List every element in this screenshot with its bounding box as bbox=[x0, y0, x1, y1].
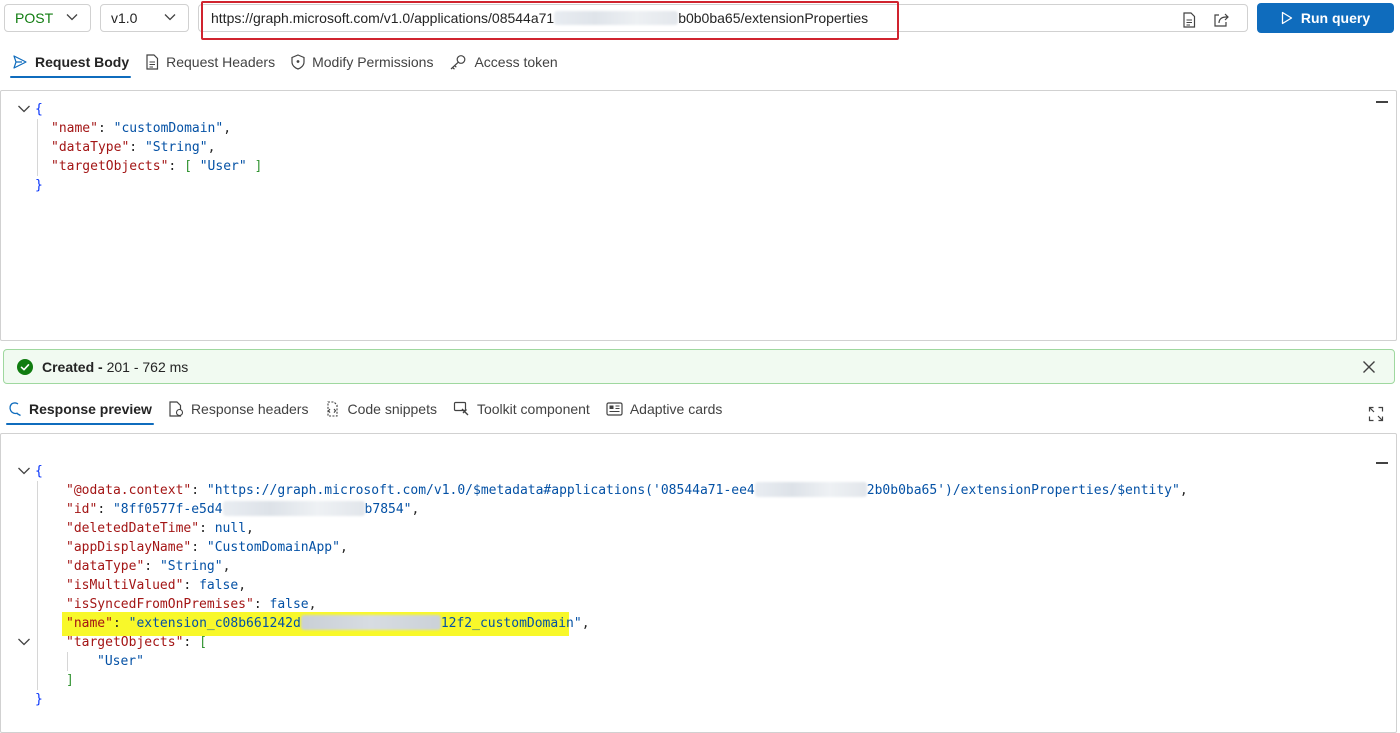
code-line: "dataType": "String", bbox=[51, 140, 216, 155]
key-icon bbox=[451, 55, 466, 70]
code-line: "targetObjects": [ bbox=[66, 635, 207, 650]
document-icon[interactable] bbox=[1182, 12, 1196, 28]
redacted-blur bbox=[554, 11, 679, 25]
tab-request-headers[interactable]: Request Headers bbox=[139, 46, 281, 78]
response-tabs: Response preview Response headers Code s… bbox=[2, 393, 732, 425]
url-prefix: https://graph.microsoft.com/v1.0/applica… bbox=[211, 10, 555, 26]
code-line: "appDisplayName": "CustomDomainApp", bbox=[66, 540, 348, 555]
redacted-blur bbox=[300, 615, 441, 630]
redacted-blur bbox=[222, 501, 365, 516]
fold-chevron-icon[interactable] bbox=[17, 104, 31, 114]
toolkit-icon bbox=[453, 401, 469, 416]
collapse-editor-button[interactable] bbox=[1376, 101, 1388, 103]
code-line: ] bbox=[66, 673, 74, 688]
share-icon[interactable] bbox=[1213, 12, 1230, 28]
tab-adaptive-cards[interactable]: Adaptive cards bbox=[600, 393, 729, 425]
tab-access-token[interactable]: Access token bbox=[443, 46, 563, 78]
redacted-blur bbox=[754, 482, 867, 497]
close-icon[interactable] bbox=[1362, 360, 1376, 374]
http-method-value: POST bbox=[15, 10, 54, 26]
code-line: "isSyncedFromOnPremises": false, bbox=[66, 597, 317, 612]
checkmark-circle-icon bbox=[17, 358, 33, 375]
tab-response-preview[interactable]: Response preview bbox=[2, 393, 158, 425]
code-line: } bbox=[35, 692, 43, 707]
http-method-dropdown[interactable]: POST bbox=[4, 4, 91, 32]
card-icon bbox=[606, 402, 623, 416]
fold-chevron-icon[interactable] bbox=[17, 637, 31, 647]
code-line: "deletedDateTime": null, bbox=[66, 521, 254, 536]
tab-modify-permissions[interactable]: Modify Permissions bbox=[285, 46, 439, 78]
snippet-icon bbox=[327, 401, 339, 417]
tab-response-headers[interactable]: Response headers bbox=[162, 393, 315, 425]
url-suffix: b0b0ba65/extensionProperties bbox=[678, 10, 869, 26]
code-line: "name": "extension_c08b661242d 12f2_custo… bbox=[66, 615, 590, 631]
document-icon bbox=[169, 401, 183, 417]
preview-icon bbox=[9, 402, 21, 417]
play-icon bbox=[1281, 11, 1293, 25]
chevron-down-icon bbox=[66, 14, 78, 21]
tab-request-body[interactable]: Request Body bbox=[6, 46, 135, 78]
code-line: "dataType": "String", bbox=[66, 559, 231, 574]
shield-icon bbox=[291, 54, 305, 70]
api-version-value: v1.0 bbox=[111, 10, 138, 26]
code-line: "targetObjects": [ "User" ] bbox=[51, 159, 263, 174]
code-line: "name": "customDomain", bbox=[51, 121, 232, 136]
chevron-down-icon bbox=[164, 14, 176, 21]
status-message-bar: Created - 201 - 762 ms bbox=[3, 349, 1395, 384]
send-icon bbox=[13, 55, 27, 69]
tab-toolkit-component[interactable]: Toolkit component bbox=[447, 393, 596, 425]
status-detail: 201 - 762 ms bbox=[102, 358, 189, 375]
api-version-dropdown[interactable]: v1.0 bbox=[100, 4, 189, 32]
indent-guide bbox=[37, 119, 38, 176]
code-line: "id": "8ff0577f-e5d4 b7854", bbox=[66, 501, 420, 517]
request-tabs: Request Body Request Headers Modify Perm… bbox=[6, 46, 568, 78]
fold-chevron-icon[interactable] bbox=[17, 466, 31, 476]
expand-icon[interactable] bbox=[1368, 406, 1384, 422]
collapse-editor-button[interactable] bbox=[1376, 462, 1388, 464]
code-line: "isMultiValued": false, bbox=[66, 578, 247, 593]
indent-guide bbox=[37, 481, 38, 690]
run-query-label: Run query bbox=[1300, 10, 1371, 26]
code-line: } bbox=[35, 178, 43, 193]
code-line: { bbox=[35, 102, 43, 117]
run-query-button[interactable]: Run query bbox=[1257, 3, 1394, 33]
code-line: "User" bbox=[97, 654, 144, 669]
tab-code-snippets[interactable]: Code snippets bbox=[318, 393, 443, 425]
code-line: { bbox=[35, 464, 43, 479]
status-label: Created - bbox=[42, 358, 103, 375]
indent-guide bbox=[67, 652, 68, 671]
code-line: "@odata.context": "https://graph.microso… bbox=[66, 482, 1188, 498]
request-url-input[interactable]: https://graph.microsoft.com/v1.0/applica… bbox=[198, 4, 1248, 32]
document-icon bbox=[146, 54, 159, 70]
